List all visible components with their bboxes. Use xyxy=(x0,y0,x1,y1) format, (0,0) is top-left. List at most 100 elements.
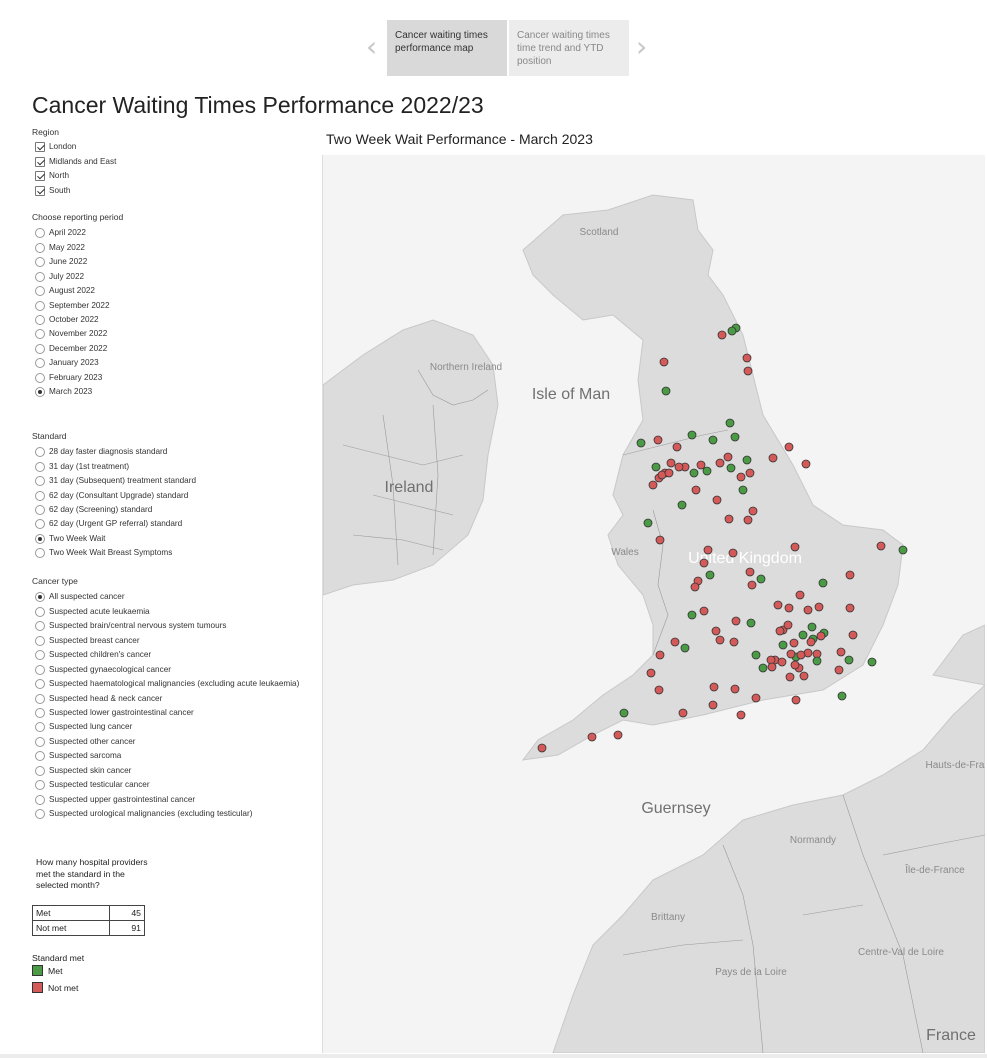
standard-option[interactable]: Two Week Wait Breast Symptoms xyxy=(35,546,172,559)
radio-icon[interactable] xyxy=(35,242,45,253)
story-tab-performance-map[interactable]: Cancer waiting times performance map xyxy=(387,20,507,76)
provider-marker[interactable] xyxy=(743,366,753,376)
provider-marker[interactable] xyxy=(717,330,727,340)
provider-marker[interactable] xyxy=(812,656,822,666)
cancer-type-option[interactable]: Suspected lung cancer xyxy=(35,720,132,733)
provider-marker[interactable] xyxy=(784,442,794,452)
provider-marker[interactable] xyxy=(785,672,795,682)
provider-marker[interactable] xyxy=(703,545,713,555)
region-option-midlands-east[interactable]: Midlands and East xyxy=(35,155,116,168)
cancer-type-option[interactable]: Suspected testicular cancer xyxy=(35,778,150,791)
provider-marker[interactable] xyxy=(803,605,813,615)
provider-marker[interactable] xyxy=(845,603,855,613)
checkbox-icon[interactable] xyxy=(35,141,45,152)
checkbox-icon[interactable] xyxy=(35,170,45,181)
provider-marker[interactable] xyxy=(807,622,817,632)
provider-marker[interactable] xyxy=(745,567,755,577)
provider-marker[interactable] xyxy=(699,606,709,616)
provider-marker[interactable] xyxy=(786,649,796,659)
cancer-type-option[interactable]: Suspected other cancer xyxy=(35,735,135,748)
provider-marker[interactable] xyxy=(712,495,722,505)
provider-marker[interactable] xyxy=(587,732,597,742)
provider-marker[interactable] xyxy=(709,682,719,692)
provider-marker[interactable] xyxy=(876,541,886,551)
provider-marker[interactable] xyxy=(724,514,734,524)
radio-selected-icon[interactable] xyxy=(35,386,45,397)
period-option[interactable]: November 2022 xyxy=(35,327,107,340)
provider-marker[interactable] xyxy=(666,458,676,468)
provider-marker[interactable] xyxy=(708,700,718,710)
provider-marker[interactable] xyxy=(742,353,752,363)
provider-marker[interactable] xyxy=(738,485,748,495)
provider-marker[interactable] xyxy=(818,578,828,588)
chevron-right-icon[interactable]: › xyxy=(636,33,650,61)
radio-icon[interactable] xyxy=(35,285,45,296)
provider-marker[interactable] xyxy=(726,463,736,473)
provider-marker[interactable] xyxy=(783,620,793,630)
cancer-type-option[interactable]: Suspected gynaecological cancer xyxy=(35,663,171,676)
period-option[interactable]: September 2022 xyxy=(35,299,110,312)
provider-marker[interactable] xyxy=(736,710,746,720)
provider-marker[interactable] xyxy=(708,435,718,445)
provider-marker[interactable] xyxy=(729,637,739,647)
provider-marker[interactable] xyxy=(806,637,816,647)
cancer-type-option[interactable]: Suspected brain/central nervous system t… xyxy=(35,619,226,632)
provider-marker[interactable] xyxy=(711,626,721,636)
provider-marker[interactable] xyxy=(814,602,824,612)
radio-icon[interactable] xyxy=(35,343,45,354)
radio-icon[interactable] xyxy=(35,461,45,472)
provider-marker[interactable] xyxy=(677,500,687,510)
provider-marker[interactable] xyxy=(674,462,684,472)
cancer-type-option[interactable]: Suspected acute leukaemia xyxy=(35,605,150,618)
cancer-type-option[interactable]: Suspected urological malignancies (exclu… xyxy=(35,807,252,820)
cancer-type-option[interactable]: Suspected skin cancer xyxy=(35,764,131,777)
radio-icon[interactable] xyxy=(35,475,45,486)
provider-marker[interactable] xyxy=(654,685,664,695)
map-view[interactable]: Scotland Northern Ireland Isle of Man Irela… xyxy=(322,155,985,1053)
provider-marker[interactable] xyxy=(655,650,665,660)
provider-marker[interactable] xyxy=(798,630,808,640)
provider-marker[interactable] xyxy=(730,684,740,694)
provider-marker[interactable] xyxy=(699,558,709,568)
radio-icon[interactable] xyxy=(35,664,45,675)
provider-marker[interactable] xyxy=(898,545,908,555)
radio-icon[interactable] xyxy=(35,518,45,529)
provider-marker[interactable] xyxy=(728,548,738,558)
provider-marker[interactable] xyxy=(648,480,658,490)
provider-marker[interactable] xyxy=(746,618,756,628)
provider-marker[interactable] xyxy=(643,518,653,528)
radio-icon[interactable] xyxy=(35,300,45,311)
provider-marker[interactable] xyxy=(725,418,735,428)
provider-marker[interactable] xyxy=(837,691,847,701)
period-option[interactable]: July 2022 xyxy=(35,270,84,283)
provider-marker[interactable] xyxy=(790,542,800,552)
provider-marker[interactable] xyxy=(743,515,753,525)
standard-option[interactable]: 31 day (1st treatment) xyxy=(35,460,129,473)
cancer-type-option[interactable]: Suspected haematological malignancies (e… xyxy=(35,677,299,690)
provider-marker[interactable] xyxy=(784,603,794,613)
cancer-type-option[interactable]: Suspected lower gastrointestinal cancer xyxy=(35,706,194,719)
region-option-south[interactable]: South xyxy=(35,184,70,197)
radio-icon[interactable] xyxy=(35,693,45,704)
radio-icon[interactable] xyxy=(35,490,45,501)
radio-selected-icon[interactable] xyxy=(35,591,45,602)
provider-marker[interactable] xyxy=(723,452,733,462)
provider-marker[interactable] xyxy=(796,650,806,660)
provider-marker[interactable] xyxy=(730,432,740,442)
provider-marker[interactable] xyxy=(659,357,669,367)
standard-option-selected[interactable]: Two Week Wait xyxy=(35,532,105,545)
period-option[interactable]: May 2022 xyxy=(35,241,85,254)
provider-marker[interactable] xyxy=(751,650,761,660)
map-canvas[interactable]: Scotland Northern Ireland Isle of Man Irela… xyxy=(323,155,985,1053)
radio-icon[interactable] xyxy=(35,794,45,805)
provider-marker[interactable] xyxy=(646,668,656,678)
cancer-type-option-selected[interactable]: All suspected cancer xyxy=(35,590,125,603)
period-option[interactable]: October 2022 xyxy=(35,313,99,326)
provider-marker[interactable] xyxy=(691,485,701,495)
story-tab-time-trend[interactable]: Cancer waiting times time trend and YTD … xyxy=(509,20,629,76)
provider-marker[interactable] xyxy=(731,616,741,626)
provider-marker[interactable] xyxy=(834,665,844,675)
radio-icon[interactable] xyxy=(35,256,45,267)
provider-marker[interactable] xyxy=(672,442,682,452)
standard-option[interactable]: 31 day (Subsequent) treatment standard xyxy=(35,474,196,487)
